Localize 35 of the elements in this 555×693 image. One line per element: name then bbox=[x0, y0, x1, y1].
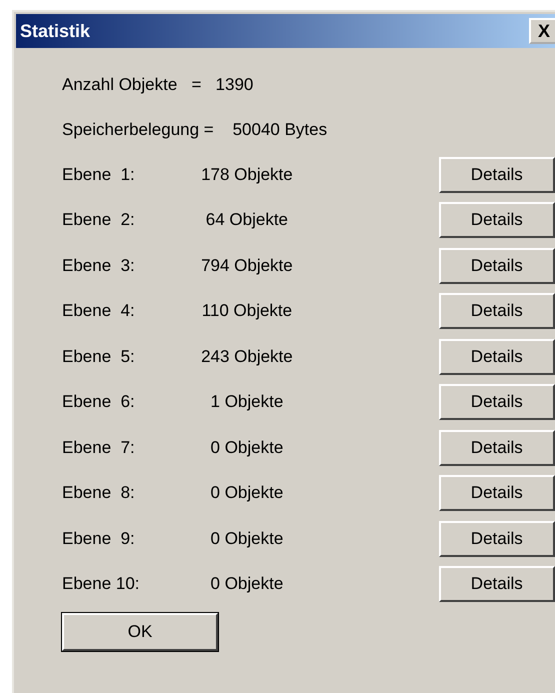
level-label: Ebene 5: bbox=[62, 346, 136, 367]
summary-text: Anzahl Objekte = 1390 bbox=[62, 74, 254, 96]
object-count: 0 Objekte bbox=[210, 438, 284, 458]
object-count: 794 Objekte bbox=[200, 256, 294, 276]
object-count: 0 Objekte bbox=[210, 574, 284, 594]
level-label: Ebene 10: bbox=[62, 574, 141, 594]
details-button[interactable]: Details bbox=[438, 475, 555, 512]
details-button[interactable]: Details bbox=[438, 156, 555, 193]
details-button[interactable]: Details bbox=[438, 293, 555, 330]
level-label: Ebene 9: bbox=[62, 528, 136, 549]
details-button[interactable]: Details bbox=[438, 202, 555, 238]
level-label: Ebene 7: bbox=[62, 438, 136, 458]
level-label: Ebene 3: bbox=[62, 256, 136, 276]
level-label: Ebene 4: bbox=[62, 301, 136, 322]
object-count: 0 Objekte bbox=[210, 483, 284, 504]
details-button[interactable]: Details bbox=[438, 520, 555, 557]
level-label: Ebene 6: bbox=[62, 392, 136, 412]
object-count: 178 Objekte bbox=[200, 164, 294, 185]
details-button[interactable]: Details bbox=[438, 566, 555, 602]
object-count: 243 Objekte bbox=[200, 346, 294, 367]
summary-text: Speicherbelegung = 50040 Bytes bbox=[62, 119, 328, 141]
details-button[interactable]: Details bbox=[438, 248, 555, 284]
ok-button[interactable]: OK bbox=[62, 613, 218, 651]
level-label: Ebene 8: bbox=[62, 483, 136, 504]
close-button[interactable]: X bbox=[529, 18, 555, 44]
details-button[interactable]: Details bbox=[438, 384, 555, 420]
details-button[interactable]: Details bbox=[438, 430, 555, 466]
level-label: Ebene 2: bbox=[62, 210, 136, 230]
window-title: Statistik bbox=[20, 20, 90, 42]
object-count: 0 Objekte bbox=[210, 528, 284, 549]
level-label: Ebene 1: bbox=[62, 164, 136, 185]
object-count: 64 Objekte bbox=[204, 210, 290, 230]
details-button[interactable]: Details bbox=[438, 338, 555, 375]
object-count: 110 Objekte bbox=[200, 301, 294, 322]
object-count: 1 Objekte bbox=[210, 392, 284, 412]
